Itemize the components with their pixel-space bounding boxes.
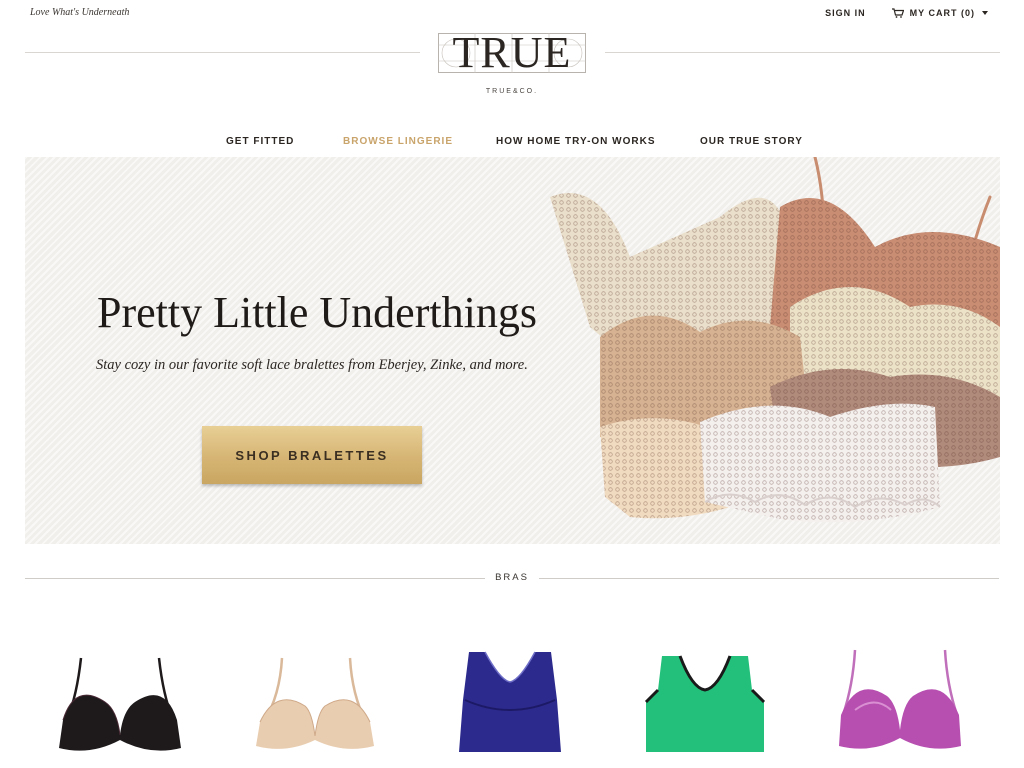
logo-subtitle: TRUE&CO.: [485, 88, 539, 95]
cart-label: MY CART (0): [909, 8, 975, 18]
section-title: BRAS: [495, 572, 529, 583]
bra-image-magenta: [839, 649, 961, 749]
sports-bra-image-green: [644, 655, 766, 752]
cart-icon: [891, 8, 904, 18]
bra-image-black: [59, 657, 181, 751]
product-card[interactable]: [55, 640, 185, 760]
nav-browse-lingerie[interactable]: BROWSE LINGERIE: [343, 136, 453, 147]
tagline: Love What's Underneath: [30, 7, 130, 18]
section-divider-right: [539, 578, 999, 579]
logo[interactable]: TRUE: [438, 29, 586, 77]
account-links: SIGN IN MY CART (0): [825, 8, 988, 18]
nav-our-true-story[interactable]: OUR TRUE STORY: [700, 136, 803, 147]
product-card[interactable]: [640, 640, 770, 760]
product-card[interactable]: [445, 640, 575, 760]
header-divider-left: [25, 52, 420, 53]
hero-title: Pretty Little Underthings: [97, 288, 537, 337]
hero-subtitle: Stay cozy in our favorite soft lace bral…: [96, 357, 528, 373]
header-divider-right: [605, 52, 1000, 53]
main-nav: GET FITTED BROWSE LINGERIE HOW HOME TRY-…: [0, 136, 1024, 150]
bralettes-image: [550, 157, 1000, 523]
bralette-image-navy: [459, 651, 561, 752]
chevron-down-icon: [982, 11, 988, 15]
cart-link[interactable]: MY CART (0): [891, 8, 988, 18]
nav-get-fitted[interactable]: GET FITTED: [226, 136, 294, 147]
shop-bralettes-button[interactable]: SHOP BRALETTES: [202, 426, 422, 484]
section-divider-left: [25, 578, 485, 579]
hero-banner: Pretty Little Underthings Stay cozy in o…: [25, 157, 1000, 544]
product-card[interactable]: [835, 640, 965, 760]
product-card[interactable]: [250, 640, 380, 760]
logo-wordmark: TRUE: [452, 28, 572, 77]
bra-image-nude: [256, 657, 374, 749]
sign-in-link[interactable]: SIGN IN: [825, 8, 866, 18]
nav-home-try-on[interactable]: HOW HOME TRY-ON WORKS: [496, 136, 656, 147]
